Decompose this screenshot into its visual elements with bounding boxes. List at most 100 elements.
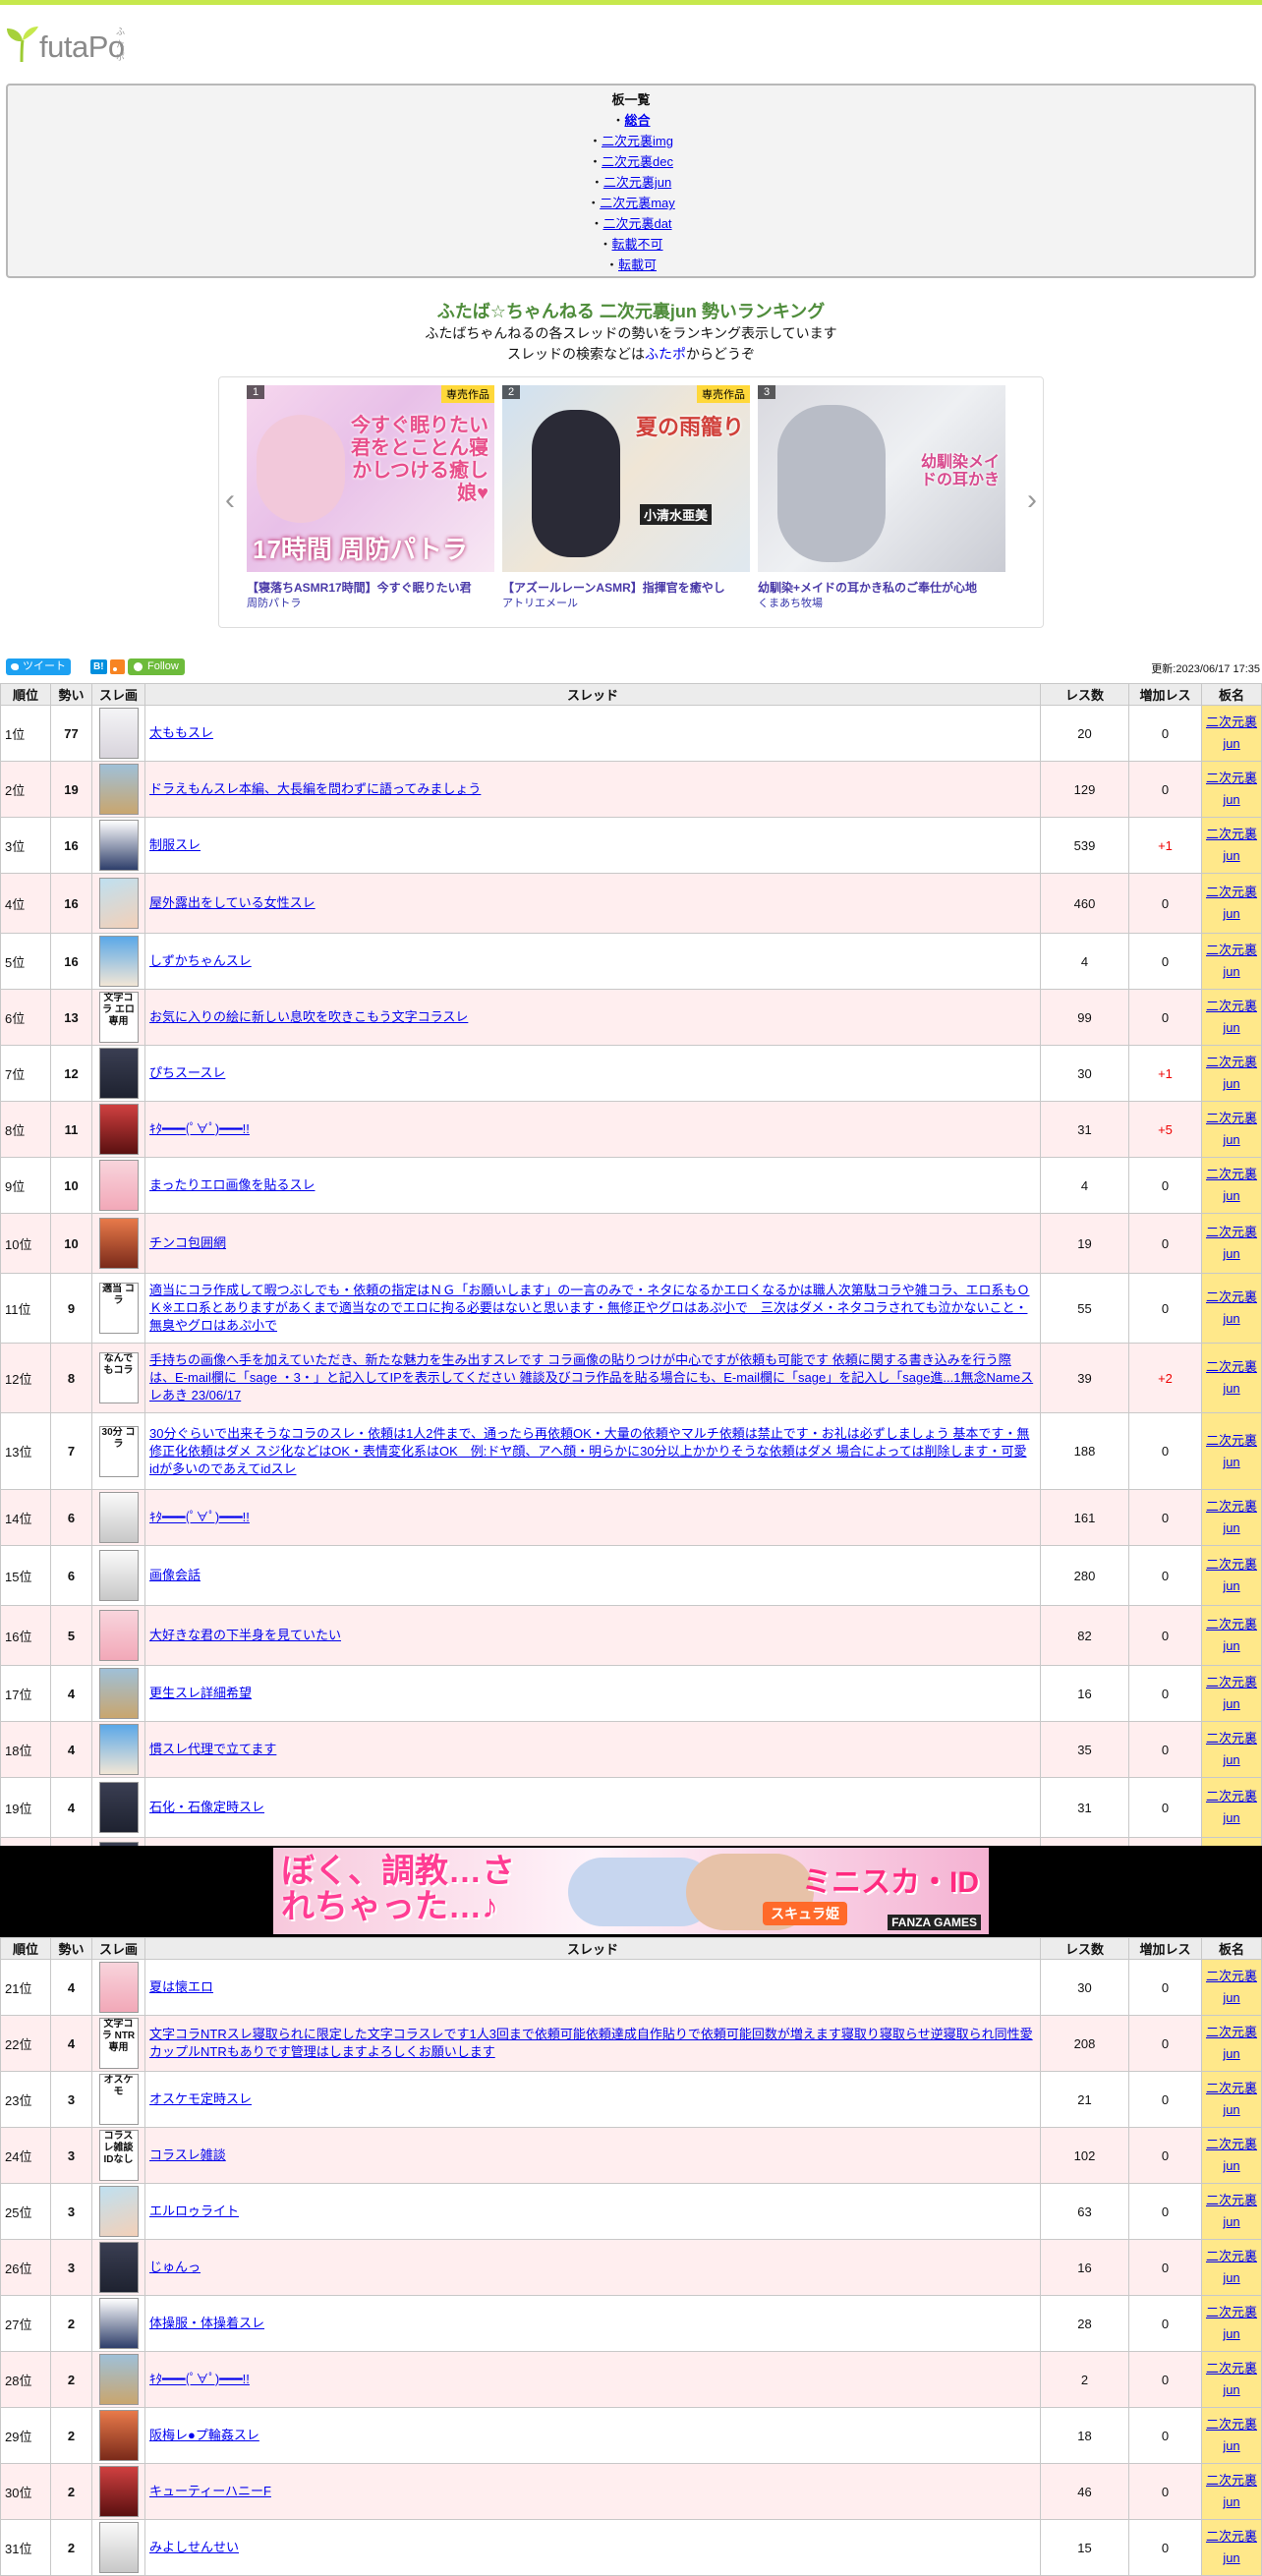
thread-link[interactable]: 夏は懐エロ [149, 1979, 213, 1994]
thread-link[interactable]: ドラえもんスレ本編、大長編を問わずに語ってみましょう [149, 781, 481, 796]
thread-link[interactable]: 体操服・体操着スレ [149, 2316, 264, 2330]
board-link[interactable]: 二次元裏jun [1206, 2417, 1257, 2453]
board-link-tensai-ka[interactable]: 転載可 [618, 258, 657, 272]
thread-link[interactable]: お気に入りの絵に新しい息吹を吹きこもう文字コラスレ [149, 1009, 468, 1024]
board-link[interactable]: 二次元裏jun [1206, 1675, 1257, 1711]
thread-link[interactable]: 文字コラNTRスレ寝取られに限定した文字コラスレです1人3回まで依頼可能依頼達成… [149, 2027, 1033, 2059]
thread-thumbnail[interactable]: コラスレ雑談 IDなし [98, 2130, 139, 2181]
carousel-maker[interactable]: くまあち牧場 [758, 596, 1005, 611]
thread-link[interactable]: オスケモ定時スレ [149, 2091, 252, 2106]
thread-thumbnail[interactable] [98, 2354, 139, 2405]
thread-thumbnail[interactable] [98, 936, 139, 987]
carousel-title[interactable]: 【アズールレーンASMR】指揮官を癒やし [502, 579, 750, 596]
thread-thumbnail[interactable] [98, 1668, 139, 1719]
thread-thumbnail[interactable] [98, 2242, 139, 2293]
carousel-card-3[interactable]: 3 幼馴染メイドの耳かき 幼馴染+メイドの耳かき私のご奉仕が心地 くまあち牧場 [758, 385, 1005, 611]
board-link[interactable]: 二次元裏jun [1206, 2081, 1257, 2117]
thread-thumbnail[interactable] [98, 1160, 139, 1211]
thread-thumbnail[interactable] [98, 764, 139, 815]
carousel-prev-arrow-icon[interactable]: ‹ [225, 486, 235, 515]
board-link-dec[interactable]: 二次元裏dec [602, 154, 673, 169]
thread-link[interactable]: エルロゥライト [149, 2204, 239, 2218]
board-link[interactable]: 二次元裏jun [1206, 1969, 1257, 2005]
thread-link[interactable]: 更生スレ詳細希望 [149, 1686, 252, 1700]
thread-link[interactable]: まったりエロ画像を貼るスレ [149, 1177, 315, 1192]
carousel-card-1[interactable]: 1 専売作品 今すぐ眠りたい君をとことん寝かしつける癒し娘♥ 17時間 周防パト… [247, 385, 494, 611]
board-link[interactable]: 二次元裏jun [1206, 1225, 1257, 1261]
thread-link[interactable]: コラスレ雑談 [149, 2147, 226, 2162]
thread-thumbnail[interactable]: 30分 コラ [98, 1425, 139, 1477]
thread-thumbnail[interactable] [98, 1782, 139, 1833]
carousel-maker[interactable]: アトリエメール [502, 596, 750, 611]
board-link[interactable]: 二次元裏jun [1206, 1789, 1257, 1825]
thread-thumbnail[interactable]: 文字コラ NTR専用 [98, 2018, 139, 2069]
board-link-may[interactable]: 二次元裏may [600, 196, 675, 210]
board-link-dat[interactable]: 二次元裏dat [602, 216, 671, 231]
board-link[interactable]: 二次元裏jun [1206, 1433, 1257, 1469]
thread-link[interactable]: 制服スレ [149, 837, 201, 852]
thread-thumbnail[interactable] [98, 1724, 139, 1775]
thread-thumbnail[interactable] [98, 2466, 139, 2517]
thread-thumbnail[interactable] [98, 2298, 139, 2349]
carousel-image-1[interactable]: 1 専売作品 今すぐ眠りたい君をとことん寝かしつける癒し娘♥ 17時間 周防パト… [247, 385, 494, 572]
board-link[interactable]: 二次元裏jun [1206, 1111, 1257, 1147]
thread-link[interactable]: 手持ちの画像へ手を加えていただき、新たな魅力を生み出すスレです コラ画像の貼りつ… [149, 1352, 1033, 1402]
thread-link[interactable]: ｷﾀ━━━(ﾟ∀ﾟ)━━━!! [149, 2372, 250, 2386]
thread-thumbnail[interactable] [98, 1610, 139, 1661]
thread-thumbnail[interactable] [98, 1962, 139, 2013]
board-link[interactable]: 二次元裏jun [1206, 2305, 1257, 2341]
ad-banner[interactable]: ぼく、調教…されちゃった…♪ スキュラ姫 ミニスカ・ID FANZA GAMES [0, 1846, 1262, 1937]
thread-thumbnail[interactable] [98, 2186, 139, 2237]
carousel-image-2[interactable]: 2 専売作品 夏の雨籠り 小清水亜美 [502, 385, 750, 572]
thread-thumbnail[interactable] [98, 1550, 139, 1601]
board-link[interactable]: 二次元裏jun [1206, 2137, 1257, 2173]
board-link-tensai-fuka[interactable]: 転載不可 [612, 237, 663, 252]
thread-thumbnail[interactable] [98, 2522, 139, 2573]
thread-link[interactable]: チンコ包囲網 [149, 1235, 226, 1250]
board-link[interactable]: 二次元裏jun [1206, 1499, 1257, 1535]
board-link[interactable]: 二次元裏jun [1206, 1167, 1257, 1203]
board-link[interactable]: 二次元裏jun [1206, 2473, 1257, 2509]
board-link[interactable]: 二次元裏jun [1206, 2025, 1257, 2061]
board-link[interactable]: 二次元裏jun [1206, 827, 1257, 863]
board-link[interactable]: 二次元裏jun [1206, 2249, 1257, 2285]
carousel-next-arrow-icon[interactable]: › [1027, 486, 1037, 515]
thread-thumbnail[interactable] [98, 1048, 139, 1099]
thread-thumbnail[interactable]: 文字コラ エロ専用 [98, 992, 139, 1043]
tweet-button[interactable]: ツイート [6, 658, 71, 675]
thread-link[interactable]: キューティーハニーF [149, 2484, 271, 2498]
site-logo[interactable]: futaPo ふたポ [6, 27, 125, 62]
thread-link[interactable]: じゅんっ [149, 2260, 201, 2274]
thread-link[interactable]: 太ももスレ [149, 725, 213, 740]
rss-icon[interactable] [110, 659, 125, 674]
board-link[interactable]: 二次元裏jun [1206, 2361, 1257, 2397]
feedly-follow-button[interactable]: Follow [128, 658, 185, 675]
board-link[interactable]: 二次元裏jun [1206, 885, 1257, 921]
board-link[interactable]: 二次元裏jun [1206, 2529, 1257, 2565]
thread-link[interactable]: 大好きな君の下半身を見ていたい [149, 1628, 341, 1642]
futapo-link[interactable]: ふたポ [645, 346, 686, 362]
board-link[interactable]: 二次元裏jun [1206, 1617, 1257, 1653]
carousel-maker[interactable]: 周防パトラ [247, 596, 494, 611]
thread-thumbnail[interactable]: なんでもコラ [98, 1352, 139, 1403]
thread-thumbnail[interactable] [98, 820, 139, 871]
carousel-image-3[interactable]: 3 幼馴染メイドの耳かき [758, 385, 1005, 572]
hatena-bookmark-button[interactable]: B! [90, 659, 107, 674]
thread-link[interactable]: 阪梅レ●プ輪姦スレ [149, 2428, 259, 2442]
board-link-sogo[interactable]: 総合 [625, 113, 651, 128]
thread-link[interactable]: ｷﾀ━━━(ﾟ∀ﾟ)━━━!! [149, 1510, 250, 1524]
board-link[interactable]: 二次元裏jun [1206, 943, 1257, 979]
thread-thumbnail[interactable] [98, 1104, 139, 1155]
thread-thumbnail[interactable] [98, 2410, 139, 2461]
carousel-card-2[interactable]: 2 専売作品 夏の雨籠り 小清水亜美 【アズールレーンASMR】指揮官を癒やし … [502, 385, 750, 611]
thread-link[interactable]: 画像会話 [149, 1568, 201, 1582]
board-link[interactable]: 二次元裏jun [1206, 771, 1257, 807]
thread-link[interactable]: 屋外露出をしている女性スレ [149, 895, 316, 910]
board-link[interactable]: 二次元裏jun [1206, 715, 1257, 751]
board-link[interactable]: 二次元裏jun [1206, 999, 1257, 1035]
board-link[interactable]: 二次元裏jun [1206, 1359, 1257, 1396]
thread-thumbnail[interactable] [98, 878, 139, 929]
thread-link[interactable]: 慣スレ代理で立てます [149, 1742, 276, 1756]
thread-thumbnail[interactable] [98, 1218, 139, 1269]
thread-thumbnail[interactable]: 適当 コラ [98, 1283, 139, 1334]
